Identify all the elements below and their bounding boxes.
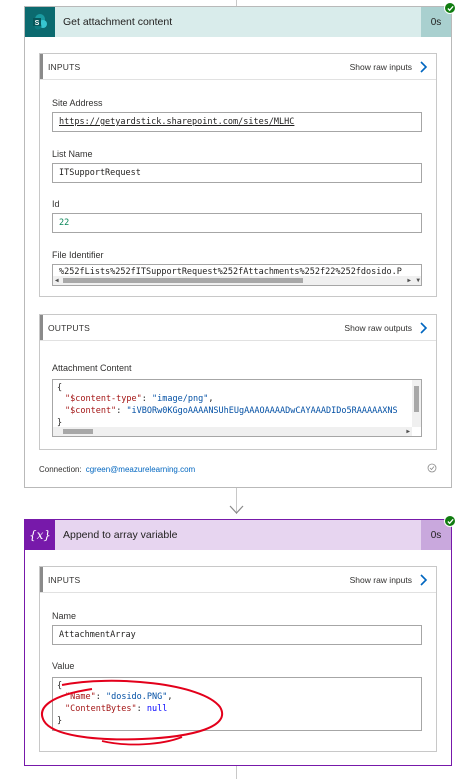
list-name-value: ITSupportRequest xyxy=(59,168,141,178)
attachment-content-code[interactable]: { "$content-type": "image/png", "$conten… xyxy=(52,379,422,437)
show-raw-inputs-button[interactable]: Show raw inputs xyxy=(350,60,430,74)
outputs-section-header: OUTPUTS Show raw outputs xyxy=(40,315,436,341)
site-address-value: https://getyardstick.sharepoint.com/site… xyxy=(59,117,295,127)
inputs-section-header: INPUTS Show raw inputs xyxy=(40,567,436,593)
scrollbar-thumb[interactable] xyxy=(63,429,93,434)
inputs-section: INPUTS Show raw inputs Site Address http… xyxy=(39,53,437,297)
action-header[interactable]: {x} Append to array variable 0s xyxy=(25,520,451,550)
svg-text:S: S xyxy=(35,20,40,27)
flow-connector-bottom xyxy=(236,766,237,779)
horizontal-scrollbar[interactable]: ▶ xyxy=(53,427,412,436)
site-address-field[interactable]: https://getyardstick.sharepoint.com/site… xyxy=(52,112,422,132)
outputs-section: OUTPUTS Show raw outputs Attachment Cont… xyxy=(39,314,437,450)
annotation-circle xyxy=(41,679,224,746)
file-identifier-field[interactable]: %252fLists%252fITSupportRequest%252fAtta… xyxy=(52,264,422,286)
attachment-content-label: Attachment Content xyxy=(52,363,132,373)
success-check-icon xyxy=(444,2,456,14)
show-raw-outputs-label: Show raw outputs xyxy=(344,322,412,333)
inputs-heading: INPUTS xyxy=(48,61,81,72)
name-label: Name xyxy=(52,611,77,621)
id-value: 22 xyxy=(59,218,70,228)
variable-icon: {x} xyxy=(25,520,55,550)
show-raw-outputs-button[interactable]: Show raw outputs xyxy=(344,321,430,335)
id-field[interactable]: 22 xyxy=(52,213,422,233)
name-field[interactable]: AttachmentArray xyxy=(52,625,422,645)
action-card-get-attachment-content: S Get attachment content 0s INPUTS Show … xyxy=(24,2,456,488)
chevron-right-icon xyxy=(420,573,428,586)
scroll-right-icon[interactable]: ▶ xyxy=(406,427,410,436)
list-name-label: List Name xyxy=(52,149,93,159)
site-address-label: Site Address xyxy=(52,98,103,108)
success-check-icon xyxy=(444,515,456,527)
code-key: "$content-type" xyxy=(65,394,142,404)
scroll-down-icon[interactable]: ▼ xyxy=(416,276,420,285)
connection-info: Connection: cgreen@meazurelearning.com xyxy=(39,465,195,474)
sharepoint-icon: S xyxy=(25,7,55,37)
horizontal-scrollbar[interactable]: ◀ ▶ ▼ xyxy=(53,276,421,285)
chevron-right-icon xyxy=(420,321,428,334)
vertical-scrollbar[interactable] xyxy=(412,380,421,427)
connection-link[interactable]: cgreen@meazurelearning.com xyxy=(86,465,196,474)
chevron-right-icon xyxy=(420,60,428,73)
action-card-append-to-array-variable: {x} Append to array variable 0s INPUTS S… xyxy=(24,515,456,766)
id-label: Id xyxy=(52,199,60,209)
action-header[interactable]: S Get attachment content 0s xyxy=(25,7,451,37)
show-raw-inputs-label: Show raw inputs xyxy=(349,61,412,72)
show-raw-inputs-label: Show raw inputs xyxy=(349,574,412,585)
outputs-heading: OUTPUTS xyxy=(48,322,91,333)
scroll-left-icon[interactable]: ◀ xyxy=(55,276,59,285)
code-open-brace: { xyxy=(57,383,63,393)
value-label: Value xyxy=(52,661,75,671)
arrow-down-icon xyxy=(229,505,244,514)
inputs-heading: INPUTS xyxy=(48,574,81,585)
inputs-section-header: INPUTS Show raw inputs xyxy=(40,54,436,80)
connection-status-icon xyxy=(427,463,437,473)
file-identifier-label: File Identifier xyxy=(52,250,104,260)
duration-text: 0s xyxy=(430,16,442,28)
code-key: "$content" xyxy=(65,406,117,416)
name-value: AttachmentArray xyxy=(59,630,136,640)
duration-text: 0s xyxy=(430,529,442,541)
action-title: Get attachment content xyxy=(63,16,173,28)
list-name-field[interactable]: ITSupportRequest xyxy=(52,163,422,183)
scroll-right-icon[interactable]: ▶ xyxy=(407,276,411,285)
action-title: Append to array variable xyxy=(63,529,178,541)
scrollbar-thumb[interactable] xyxy=(414,386,419,412)
inputs-section: INPUTS Show raw inputs Name AttachmentAr… xyxy=(39,566,437,752)
code-value: "iVBORw0KGgoAAAANSUhEUgAAAOAAAADwCAYAAAD… xyxy=(126,406,398,416)
scrollbar-thumb[interactable] xyxy=(63,278,303,283)
connection-label: Connection: xyxy=(39,465,82,474)
code-value: "image/png" xyxy=(152,394,209,404)
show-raw-inputs-button[interactable]: Show raw inputs xyxy=(350,573,430,587)
